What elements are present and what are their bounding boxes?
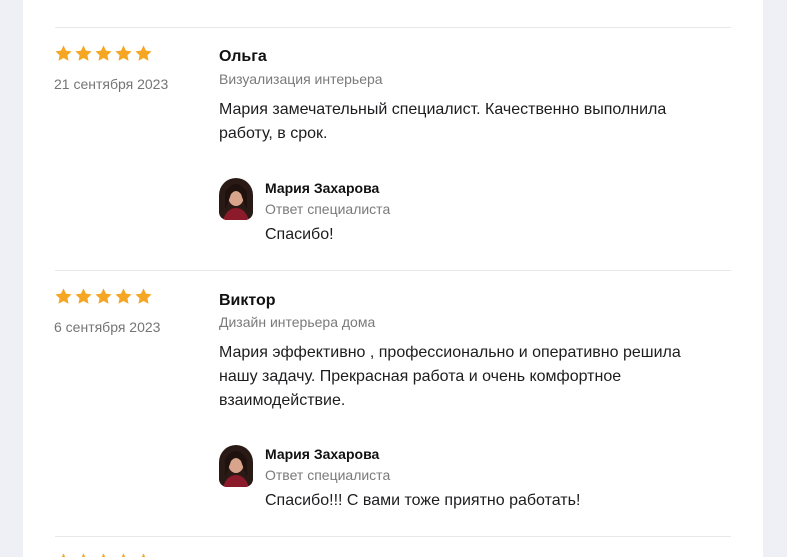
star-icon	[135, 288, 152, 304]
divider	[55, 27, 731, 28]
star-icon	[55, 45, 72, 61]
rating-stars	[54, 44, 153, 63]
review-text: Мария замечательный специалист. Качестве…	[219, 101, 667, 142]
star-icon	[101, 553, 106, 557]
reply-text: Спасибо!	[265, 226, 334, 243]
review-service: Визуализация интерьера	[219, 71, 383, 87]
reply-text: Спасибо!!! С вами тоже приятно работать!	[265, 492, 581, 509]
star-icon	[121, 553, 126, 557]
review-service: Дизайн интерьера дома	[219, 314, 376, 330]
reply-role: Ответ специалиста	[265, 201, 391, 217]
review-text: Мария эффективно , профессионально и опе…	[219, 344, 681, 409]
star-icon	[75, 288, 92, 304]
rating-stars	[54, 552, 153, 557]
review-date: 21 сентября 2023	[54, 76, 169, 92]
reply-author: Мария Захарова	[265, 180, 380, 196]
reply-author: Мария Захарова	[265, 446, 380, 462]
reply-role: Ответ специалиста	[265, 467, 391, 483]
divider	[55, 270, 731, 271]
divider	[55, 536, 731, 537]
review-author: Виктор	[219, 292, 276, 309]
specialist-avatar	[219, 178, 253, 220]
star-icon	[95, 45, 112, 61]
specialist-avatar	[219, 445, 253, 487]
star-icon	[81, 553, 86, 557]
star-icon	[115, 45, 132, 61]
rating-stars	[54, 287, 153, 306]
star-icon	[75, 45, 92, 61]
reviews-card: 21 сентября 2023 Ольга Визуализация инте…	[23, 0, 763, 557]
star-icon	[115, 288, 132, 304]
star-icon	[135, 45, 152, 61]
star-icon	[141, 553, 146, 557]
star-icon	[95, 288, 112, 304]
star-icon	[61, 553, 66, 557]
review-author: Ольга	[219, 48, 267, 65]
star-icon	[55, 288, 72, 304]
review-date: 6 сентября 2023	[54, 319, 161, 335]
